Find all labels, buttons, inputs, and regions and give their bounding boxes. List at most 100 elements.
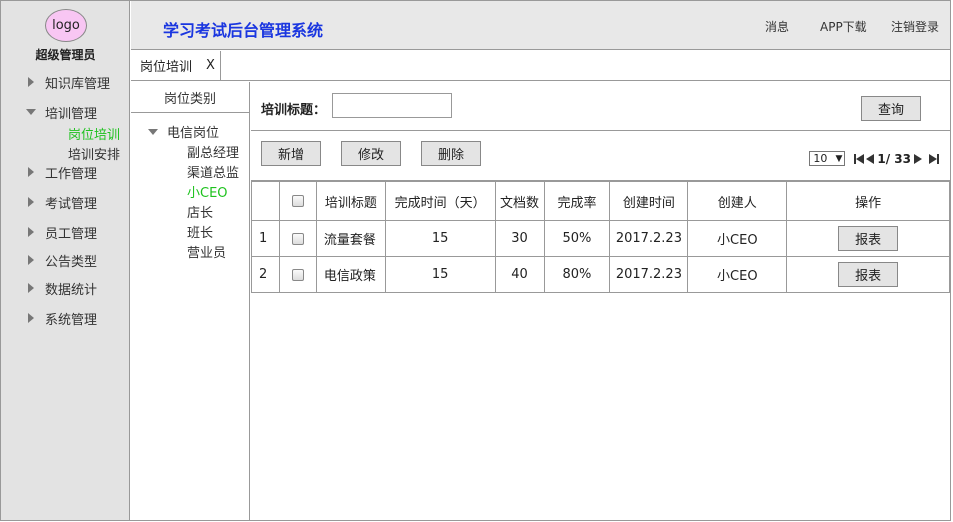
col-rate-header: 完成率	[543, 181, 611, 221]
row-created: 2017.2.23	[609, 256, 689, 293]
table-header-row: 培训标题 完成时间（天） 文档数 完成率 创建时间 创建人 操作	[251, 181, 950, 221]
caret-right-icon	[25, 166, 37, 178]
dropdown-arrow-icon: ▼	[835, 153, 843, 164]
col-select-header	[278, 181, 317, 221]
sidebar-item-label: 公告类型	[45, 254, 98, 270]
row-checkbox[interactable]	[291, 232, 304, 245]
sidebar-item-label: 培训管理	[45, 106, 98, 122]
tree-leaf-channel-director[interactable]: 渠道总监	[187, 162, 239, 181]
app-title: 学习考试后台管理系统	[163, 21, 324, 40]
search-input[interactable]	[332, 93, 452, 118]
sidebar-item-work[interactable]: 工作管理	[25, 163, 98, 182]
sidebar-item-notice[interactable]: 公告类型	[25, 251, 98, 270]
table-row: 2 电信政策 15 40 80% 2017.2.23 小CEO 报表	[251, 256, 950, 293]
row-days: 15	[384, 220, 496, 257]
action-row: 新增 修改 删除 10 ▼ 1/ 33	[251, 132, 950, 181]
row-rate: 50%	[543, 220, 611, 257]
prev-page-icon[interactable]	[866, 153, 875, 164]
row-creator: 小CEO	[687, 256, 788, 293]
tree-leaf-team-leader[interactable]: 班长	[187, 222, 213, 241]
page-size-value: 10	[813, 152, 828, 165]
tab-close-button[interactable]: X	[206, 58, 215, 73]
table-row: 1 流量套餐 15 30 50% 2017.2.23 小CEO 报表	[251, 220, 950, 257]
top-header: 学习考试后台管理系统 消息 APP下载 注销登录	[131, 1, 950, 50]
select-all-checkbox[interactable]	[291, 195, 304, 207]
tree-leaf-sales-clerk[interactable]: 营业员	[187, 242, 226, 261]
col-title-header: 培训标题	[315, 181, 386, 221]
tree-root-label: 电信岗位	[167, 126, 220, 141]
tree-leaf-little-ceo[interactable]: 小CEO	[187, 182, 228, 201]
add-button[interactable]: 新增	[261, 141, 321, 166]
next-page-icon[interactable]	[914, 153, 922, 164]
first-page-icon[interactable]	[854, 153, 865, 164]
report-button[interactable]: 报表	[838, 226, 899, 251]
sidebar-item-system[interactable]: 系统管理	[25, 309, 98, 328]
sidebar-item-staff[interactable]: 员工管理	[25, 223, 98, 242]
col-days-header: 完成时间（天）	[384, 181, 496, 221]
sidebar-item-exam[interactable]: 考试管理	[25, 193, 98, 212]
caret-down-icon	[148, 128, 158, 135]
col-docs-header: 文档数	[494, 181, 545, 221]
training-table: 培训标题 完成时间（天） 文档数 完成率 创建时间 创建人 操作 1 流量套餐 …	[251, 181, 950, 293]
col-creator-header: 创建人	[687, 181, 788, 221]
caret-right-icon	[25, 196, 37, 208]
row-rate: 80%	[543, 256, 611, 293]
sidebar-item-label: 数据统计	[45, 282, 98, 298]
caret-down-icon	[25, 106, 37, 118]
caret-right-icon	[25, 312, 37, 324]
search-label: 培训标题：	[261, 103, 327, 118]
tree-leaf-store-manager[interactable]: 店长	[187, 202, 213, 221]
col-index-header	[251, 181, 280, 221]
row-docs: 40	[494, 256, 545, 293]
messages-link[interactable]: 消息	[765, 18, 789, 35]
user-role: 超级管理员	[35, 48, 96, 62]
sidebar-subitem-training-schedule[interactable]: 培训安排	[68, 144, 120, 163]
row-days: 15	[384, 256, 496, 293]
caret-right-icon	[25, 254, 37, 266]
last-page-icon[interactable]	[929, 153, 939, 164]
row-index: 1	[251, 220, 280, 257]
delete-button[interactable]: 删除	[421, 141, 481, 166]
logout-link[interactable]: 注销登录	[891, 18, 939, 35]
row-select-cell	[278, 220, 317, 257]
row-action-cell: 报表	[786, 220, 950, 257]
row-action-cell: 报表	[786, 256, 950, 293]
caret-right-icon	[25, 282, 37, 294]
sidebar-item-training[interactable]: 培训管理	[25, 103, 98, 122]
search-row: 培训标题： 查询	[251, 82, 950, 131]
row-created: 2017.2.23	[609, 220, 689, 257]
tab-post-training[interactable]: 岗位培训 X	[131, 51, 221, 80]
sidebar-item-knowledge[interactable]: 知识库管理	[25, 73, 111, 92]
sidebar-item-stats[interactable]: 数据统计	[25, 279, 98, 298]
sidebar-subitem-post-training[interactable]: 岗位培训	[68, 124, 120, 143]
logo: logo	[45, 9, 87, 42]
sidebar-item-label: 员工管理	[45, 226, 98, 242]
app-download-link[interactable]: APP下载	[820, 18, 867, 35]
tree-root-telecom[interactable]: 电信岗位	[148, 122, 219, 141]
category-tree: 岗位类别 电信岗位 副总经理 渠道总监 小CEO 店长 班长 营业员	[131, 82, 250, 520]
row-index: 2	[251, 256, 280, 293]
pager: 10 ▼ 1/ 33	[809, 151, 940, 166]
main-content: 培训标题： 查询 新增 修改 删除 10 ▼ 1/ 33 培训标题 完成时间（天…	[251, 82, 950, 520]
tab-label: 岗位培训	[140, 60, 193, 75]
row-title: 流量套餐	[315, 220, 386, 257]
sidebar-item-label: 考试管理	[45, 196, 98, 212]
caret-right-icon	[25, 226, 37, 238]
logo-text: logo	[52, 18, 80, 33]
caret-right-icon	[25, 76, 37, 88]
tab-bar: 岗位培训 X	[131, 51, 950, 81]
sidebar-item-label: 知识库管理	[45, 76, 111, 92]
row-checkbox[interactable]	[291, 268, 304, 281]
row-select-cell	[278, 256, 317, 293]
report-button[interactable]: 报表	[838, 262, 899, 287]
sidebar-item-label: 工作管理	[45, 166, 98, 182]
row-creator: 小CEO	[687, 220, 788, 257]
page-size-select[interactable]: 10 ▼	[809, 151, 846, 166]
row-docs: 30	[494, 220, 545, 257]
edit-button[interactable]: 修改	[341, 141, 401, 166]
row-title: 电信政策	[315, 256, 386, 293]
sidebar-item-label: 系统管理	[45, 312, 98, 328]
tree-leaf-deputy-gm[interactable]: 副总经理	[187, 142, 239, 161]
page-info: 1/ 33	[877, 151, 911, 166]
query-button[interactable]: 查询	[861, 96, 921, 121]
